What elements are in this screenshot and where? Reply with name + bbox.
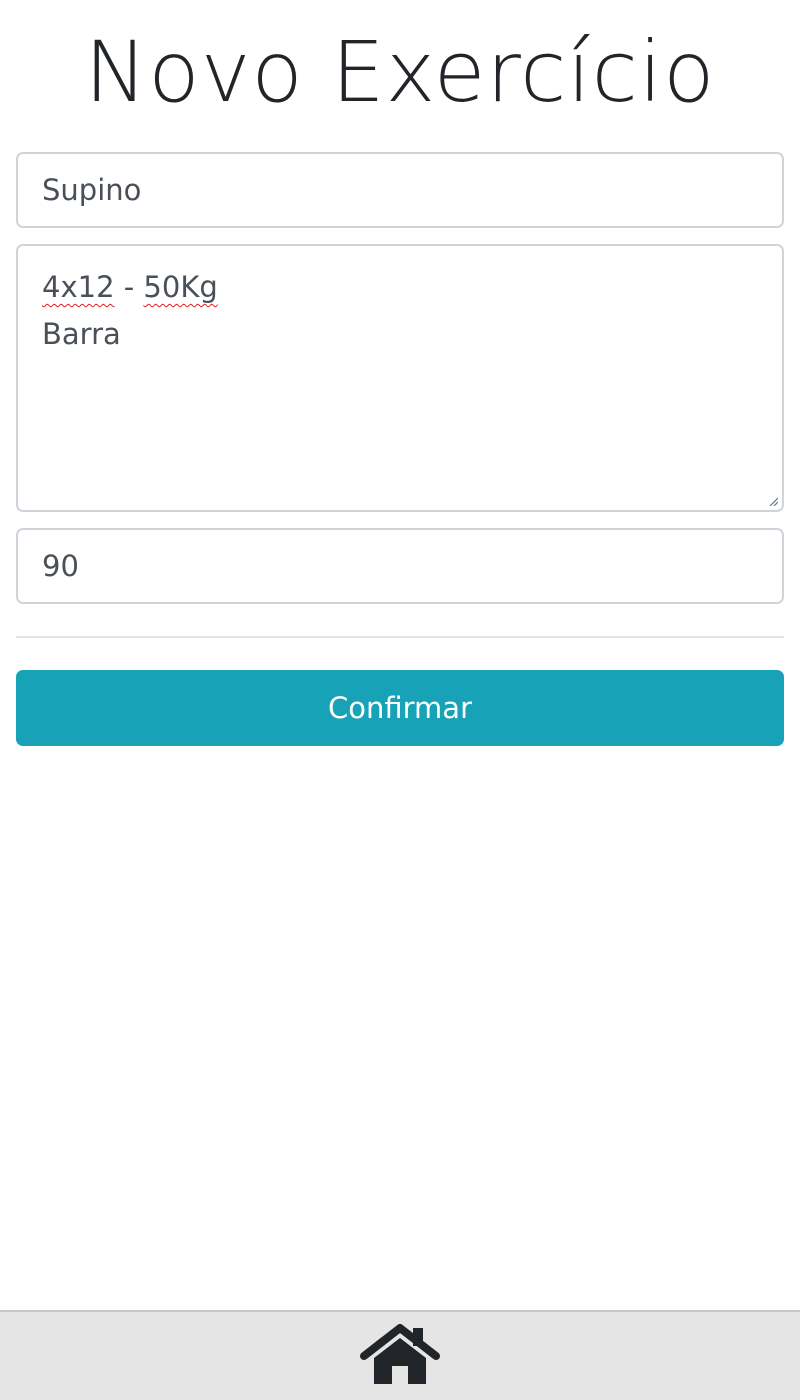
home-icon[interactable] [360,1324,440,1388]
form-divider [16,636,784,638]
exercise-name-input[interactable]: Supino [16,152,784,228]
description-word-2: 50Kg [143,270,218,304]
description-word-1: 4x12 [42,270,115,304]
page-title: Novo Exercício [84,23,716,121]
exercise-description-textarea[interactable]: 4x12 - 50Kg Barra [16,244,784,512]
description-line-2: Barra [42,317,121,351]
rest-time-value: 90 [42,549,79,583]
resize-grip-icon[interactable] [768,496,778,506]
confirm-button[interactable]: Confirmar [16,670,784,746]
exercise-name-value: Supino [42,173,142,207]
description-line-1: 4x12 - 50Kg [42,270,218,304]
page: Novo Exercício Supino 4x12 - 50Kg Barra … [0,0,800,1400]
footer-bar [0,1310,800,1400]
rest-time-input[interactable]: 90 [16,528,784,604]
